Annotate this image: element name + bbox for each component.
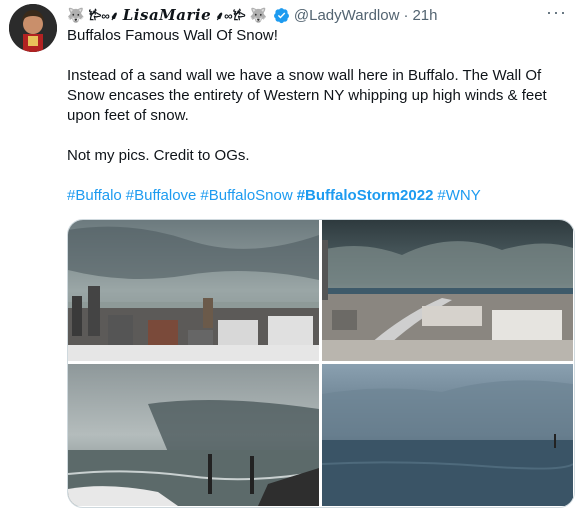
photo-grid: [67, 219, 575, 508]
tweet-title-line: Buffalos Famous Wall Of Snow!: [67, 27, 278, 44]
fox-icon: 🐺: [249, 6, 267, 23]
photo-snow-wall-skyline[interactable]: [322, 220, 573, 361]
hashtag-link[interactable]: #Buffalove: [126, 187, 197, 204]
more-icon[interactable]: ···: [546, 2, 567, 23]
hashtag-link[interactable]: #BuffaloStorm2022: [297, 187, 434, 204]
separator: ·: [403, 6, 409, 24]
hashtag-link[interactable]: #BuffaloSnow: [200, 187, 292, 204]
photo-city-storm[interactable]: [68, 220, 319, 361]
verified-badge-icon: [273, 7, 289, 23]
tweet-credit: Not my pics. Credit to OGs.: [67, 147, 250, 164]
tweet-header: 🐺 𐂂∞⸙ LisaMarie ⸙∞𐂂 🐺 @LadyWardlow · 21h…: [67, 2, 567, 26]
photo-lake-snow-wall[interactable]: [322, 364, 573, 506]
avatar[interactable]: [9, 4, 57, 52]
tweet-text: Buffalos Famous Wall Of Snow! Instead of…: [67, 26, 567, 206]
fox-icon: 🐺: [67, 6, 85, 23]
user-handle[interactable]: @LadyWardlow: [294, 7, 400, 24]
flourish-icon: ⸙∞𐂂: [215, 8, 246, 23]
hashtag-link[interactable]: #WNY: [437, 187, 480, 204]
hashtag-link[interactable]: #Buffalo: [67, 187, 122, 204]
timestamp[interactable]: 21h: [412, 7, 437, 24]
tweet-paragraph: Instead of a sand wall we have a snow wa…: [67, 67, 547, 124]
flourish-icon: 𐂂∞⸙: [88, 8, 119, 23]
photo-shoreline-storm[interactable]: [68, 364, 319, 506]
display-name[interactable]: 🐺 𐂂∞⸙ LisaMarie ⸙∞𐂂 🐺: [67, 6, 290, 24]
hashtags: #Buffalo #Buffalove #BuffaloSnow #BuffaloSt…: [67, 186, 567, 206]
